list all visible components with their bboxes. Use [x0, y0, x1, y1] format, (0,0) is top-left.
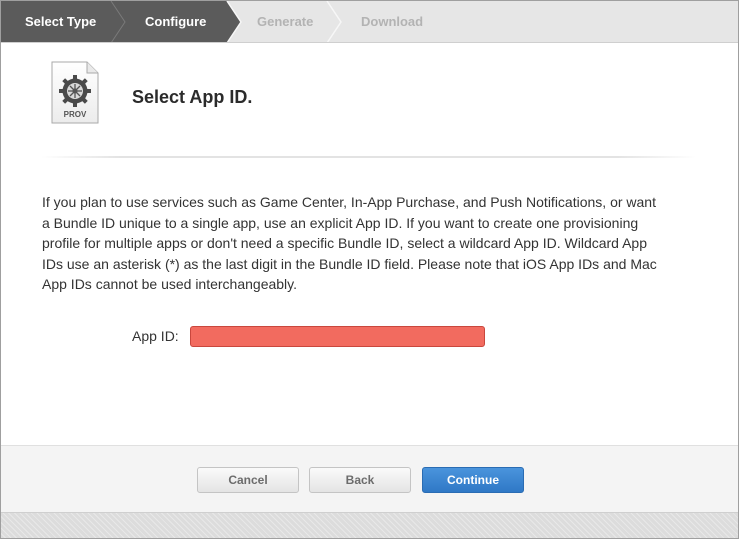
app-id-label: App ID:	[132, 328, 179, 344]
provisioning-profile-icon: PROV	[51, 61, 99, 124]
back-button[interactable]: Back	[309, 467, 411, 493]
wizard-window: Select Type Configure Generate Download	[0, 0, 739, 539]
header-divider	[41, 156, 696, 158]
step-select-type: Select Type	[25, 14, 97, 29]
app-id-field[interactable]	[190, 326, 485, 347]
step-separator	[326, 1, 342, 43]
continue-button[interactable]: Continue	[422, 467, 524, 493]
prov-icon-label: PROV	[64, 110, 87, 119]
cancel-button[interactable]: Cancel	[197, 467, 299, 493]
step-configure: Configure	[145, 14, 207, 29]
page-title: Select App ID.	[132, 87, 253, 107]
wizard-footer: Cancel Back Continue	[1, 445, 738, 512]
step-generate: Generate	[257, 14, 314, 29]
app-id-description: If you plan to use services such as Game…	[42, 194, 657, 292]
bottom-texture-strip	[1, 512, 738, 538]
step-download: Download	[361, 14, 424, 29]
step-progress-bar: Select Type Configure Generate Download	[1, 1, 738, 43]
